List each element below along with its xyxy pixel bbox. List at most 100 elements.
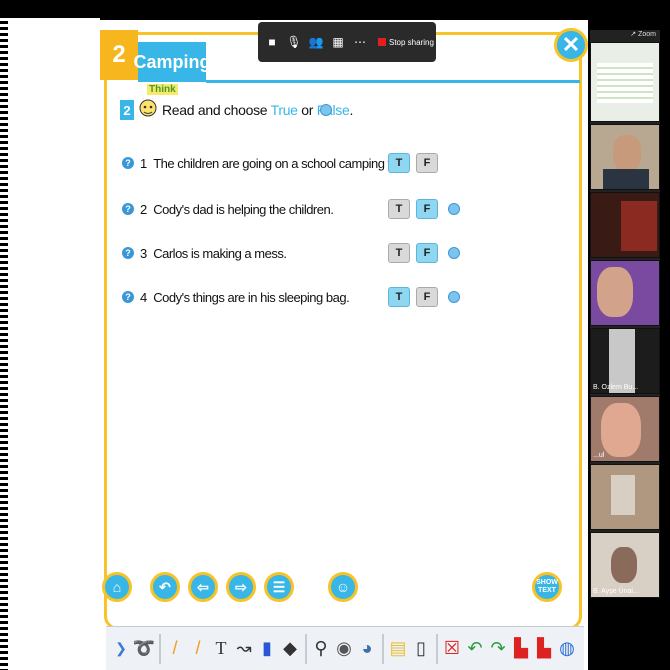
screen-icon: ▯	[416, 638, 426, 658]
false-button[interactable]: F	[416, 243, 438, 263]
redo-tool[interactable]: ↷	[487, 634, 509, 664]
instruction-part: Read and choose	[162, 102, 271, 118]
show-label: SHOW	[536, 579, 558, 586]
participant-tile[interactable]: B. Ozlem Bu...	[590, 328, 660, 394]
mic-button[interactable]: 🎙	[286, 34, 302, 50]
audio-icon[interactable]	[448, 203, 460, 215]
undo-icon: ↶	[159, 578, 171, 595]
magnifier-icon: ⚲	[314, 638, 328, 658]
pen-tool[interactable]: /	[164, 634, 186, 664]
note-icon: ▤	[389, 638, 407, 658]
think-label: Think	[147, 84, 178, 95]
participant-tile[interactable]	[590, 124, 660, 190]
share-screen-button[interactable]: ▦	[330, 34, 346, 50]
meeting-control-bar: ■ 🎙 👥 ▦ ⋯ Stop sharing	[258, 22, 436, 62]
left-margin	[8, 18, 100, 670]
false-button[interactable]: F	[416, 199, 438, 219]
menu-button[interactable]: ☰	[264, 572, 294, 602]
question-number: 3	[140, 245, 148, 261]
fill-tool[interactable]: ▮	[256, 634, 278, 664]
page-frame	[104, 32, 582, 630]
bookmark-tool[interactable]: ▙	[533, 634, 555, 664]
home-button[interactable]: ⌂	[102, 572, 132, 602]
participant-tile[interactable]: ...ul	[590, 396, 660, 462]
participant-tile[interactable]	[590, 260, 660, 326]
help-icon[interactable]: ?	[122, 157, 134, 169]
curve-icon: ↝	[236, 638, 252, 658]
stop-sharing-button[interactable]: Stop sharing	[378, 38, 434, 47]
show-text-button[interactable]: SHOW TEXT	[532, 572, 562, 602]
participant-video	[611, 475, 635, 515]
participant-video	[603, 169, 649, 189]
arrow-right-icon: ⇨	[235, 578, 247, 595]
participant-tile[interactable]	[590, 192, 660, 258]
bookmark-tool[interactable]: ▙	[510, 634, 532, 664]
camera-button[interactable]: ■	[264, 34, 280, 50]
eraser-tool[interactable]: ◆	[279, 634, 301, 664]
curve-tool[interactable]: ↝	[233, 634, 255, 664]
help-icon[interactable]: ?	[122, 291, 134, 303]
back-button[interactable]: ↶	[150, 572, 180, 602]
question-text: Cody's dad is helping the children.	[153, 201, 334, 217]
think-icon	[139, 99, 157, 117]
lasso-tool[interactable]: ➰	[133, 634, 155, 664]
lasso-icon: ➰	[132, 638, 156, 658]
screen-tool[interactable]: ▯	[410, 634, 432, 664]
lesson-page: 2 Camping ✕ 2 Think Read and choose True…	[100, 20, 588, 670]
true-button[interactable]: T	[388, 243, 410, 263]
pen-orange-icon: /	[172, 638, 178, 658]
help-icon[interactable]: ?	[122, 247, 134, 259]
note-tool[interactable]: ▤	[387, 634, 409, 664]
text-tool[interactable]: T	[210, 634, 232, 664]
true-button[interactable]: T	[388, 199, 410, 219]
toolbar-separator	[382, 633, 384, 664]
participant-tile[interactable]: B. Ayşe Ünal...	[590, 532, 660, 598]
text-label: TEXT	[538, 587, 556, 594]
participants-button[interactable]: 👥	[308, 34, 324, 50]
web-tool[interactable]: ◍	[556, 634, 578, 664]
zoom-tool[interactable]: ⚲	[310, 634, 332, 664]
help-icon[interactable]: ?	[122, 203, 134, 215]
microphone-icon: 🎙	[286, 35, 302, 49]
participant-video	[597, 267, 633, 317]
clear-tool[interactable]: ☒	[441, 634, 463, 664]
false-button[interactable]: F	[416, 287, 438, 307]
list-icon: ☰	[272, 578, 286, 595]
answer-button[interactable]: ☺	[328, 572, 358, 602]
video-camera-icon: ■	[268, 35, 276, 49]
lesson-title: Camping	[134, 42, 211, 82]
shared-screen-thumbnail	[597, 63, 653, 103]
pen-tool[interactable]: /	[187, 634, 209, 664]
audio-icon[interactable]	[320, 104, 332, 116]
participant-video	[601, 403, 641, 457]
toolbar-toggle[interactable]: ❯	[110, 634, 132, 664]
home-icon: ⌂	[112, 579, 122, 595]
instruction-true: True	[270, 102, 298, 118]
text-icon: T	[215, 638, 227, 658]
false-button[interactable]: F	[416, 153, 438, 173]
spotlight-tool[interactable]: ◉	[333, 634, 355, 664]
prev-page-button[interactable]: ⇦	[188, 572, 218, 602]
lesson-number: 2	[100, 30, 138, 80]
true-button[interactable]: T	[388, 287, 410, 307]
question-row: ? 4 Cody's things are in his sleeping ba…	[122, 285, 350, 309]
next-page-button[interactable]: ⇨	[226, 572, 256, 602]
face-icon: ☺	[335, 579, 351, 595]
eraser-icon: ◆	[283, 638, 297, 658]
audio-icon[interactable]	[448, 291, 460, 303]
participant-gallery: ↗ Zoom B. Ozlem Bu... ...ul B. Ayşe Ünal…	[590, 30, 660, 598]
question-row: ? 1 The children are going on a school c…	[122, 151, 407, 175]
gallery-header: ↗ Zoom	[630, 31, 656, 38]
true-button[interactable]: T	[388, 153, 410, 173]
participant-tile[interactable]	[590, 464, 660, 530]
participant-tile[interactable]	[590, 42, 660, 122]
close-button[interactable]: ✕	[554, 28, 588, 62]
question-number: 1	[140, 155, 148, 171]
reveal-tool[interactable]: ◕	[356, 634, 378, 664]
more-button[interactable]: ⋯	[352, 34, 368, 50]
audio-icon[interactable]	[448, 247, 460, 259]
stop-sharing-label: Stop sharing	[389, 37, 434, 47]
undo-tool[interactable]: ↶	[464, 634, 486, 664]
spotlight-icon: ◉	[336, 638, 352, 658]
bookmark-icon: ▙	[537, 638, 551, 658]
